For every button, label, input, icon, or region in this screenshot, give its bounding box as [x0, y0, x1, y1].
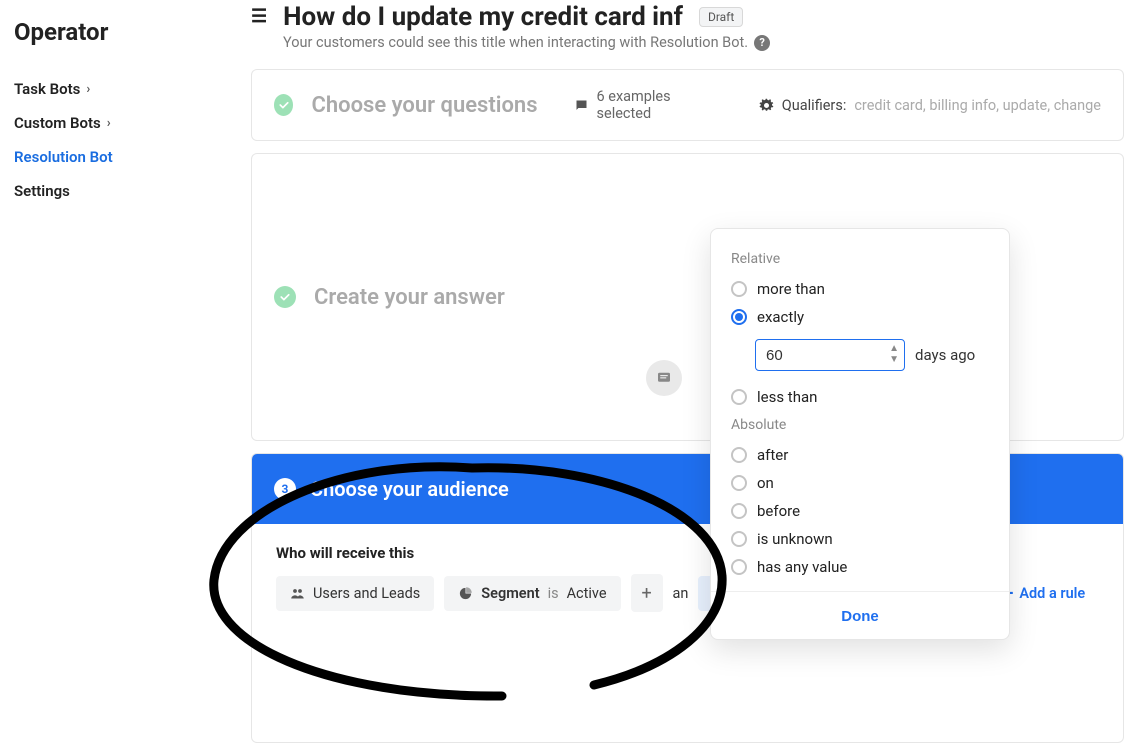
rule-chip-users-leads[interactable]: Users and Leads	[276, 576, 434, 611]
radio-on[interactable]: on	[731, 469, 989, 497]
draft-badge: Draft	[699, 7, 743, 27]
radio-icon	[731, 281, 747, 297]
gear-icon	[759, 98, 774, 113]
examples-count: 6 examples selected	[574, 88, 711, 122]
sidebar-item-settings[interactable]: Settings	[14, 174, 211, 208]
radio-icon	[731, 447, 747, 463]
radio-after[interactable]: after	[731, 441, 989, 469]
radio-icon	[731, 309, 747, 325]
step-title: Create your answer	[314, 285, 505, 310]
rule-field: Segment	[481, 585, 539, 602]
days-input[interactable]	[755, 339, 905, 371]
radio-more-than[interactable]: more than	[731, 275, 989, 303]
step-title: Choose your audience	[310, 477, 509, 501]
sidebar-item-resolution-bot[interactable]: Resolution Bot	[14, 140, 211, 174]
page-subtitle: Your customers could see this title when…	[225, 32, 1124, 69]
radio-icon	[731, 389, 747, 405]
number-input-row: ▲▼ days ago	[755, 339, 989, 371]
radio-less-than[interactable]: less than	[731, 383, 989, 411]
sidebar-item-label: Settings	[14, 182, 70, 200]
step-questions-card[interactable]: Choose your questions 6 examples selecte…	[251, 69, 1124, 141]
help-icon[interactable]: ?	[754, 35, 770, 51]
radio-icon	[731, 531, 747, 547]
add-rule-label: Add a rule	[1019, 585, 1085, 602]
rule-op: is	[548, 585, 559, 602]
sidebar: Operator Task Bots › Custom Bots › Resol…	[0, 0, 225, 710]
popover-section-relative: Relative	[731, 251, 989, 267]
page-title: How do I update my credit card inf	[283, 2, 683, 32]
people-icon	[290, 586, 305, 601]
sidebar-item-label: Task Bots	[14, 80, 80, 98]
check-icon	[274, 94, 293, 116]
radio-is-unknown[interactable]: is unknown	[731, 525, 989, 553]
radio-has-any-value[interactable]: has any value	[731, 553, 989, 581]
radio-before[interactable]: before	[731, 497, 989, 525]
step-number-badge: 3	[274, 478, 296, 500]
done-button[interactable]: Done	[841, 608, 879, 625]
rule-chip-segment[interactable]: Segment is Active	[444, 576, 620, 611]
popover-section-absolute: Absolute	[731, 417, 989, 433]
chat-bubble-icon	[574, 98, 589, 113]
radio-exactly[interactable]: exactly	[731, 303, 989, 331]
add-rule-button[interactable]: + Add a rule	[1003, 583, 1085, 604]
chevron-right-icon: ›	[86, 82, 90, 97]
days-suffix: days ago	[915, 346, 975, 364]
qualifiers: Qualifiers: credit card, billing info, u…	[759, 97, 1101, 114]
sidebar-item-task-bots[interactable]: Task Bots ›	[14, 72, 211, 106]
page-header: ☰ How do I update my credit card inf Dra…	[225, 0, 1124, 32]
popover-footer: Done	[711, 591, 1009, 639]
subtitle-text: Your customers could see this title when…	[283, 34, 748, 51]
check-icon	[274, 286, 296, 308]
pie-chart-icon	[458, 586, 473, 601]
brand-title: Operator	[14, 18, 211, 46]
add-condition-button[interactable]: +	[631, 574, 663, 612]
rule-value: Active	[567, 585, 607, 602]
sidebar-item-label: Resolution Bot	[14, 148, 113, 166]
chevron-right-icon: ›	[107, 116, 111, 131]
and-connector: an	[673, 585, 689, 602]
radio-icon	[731, 503, 747, 519]
radio-icon	[731, 475, 747, 491]
preview-icon	[646, 360, 682, 396]
rule-text: Users and Leads	[313, 585, 420, 602]
sidebar-item-custom-bots[interactable]: Custom Bots ›	[14, 106, 211, 140]
menu-icon[interactable]: ☰	[251, 8, 267, 26]
stepper-icon[interactable]: ▲▼	[889, 343, 899, 365]
date-condition-popover: Relative more than exactly ▲▼ days ago l…	[710, 228, 1010, 640]
sidebar-item-label: Custom Bots	[14, 114, 101, 132]
radio-icon	[731, 559, 747, 575]
step-title: Choose your questions	[311, 93, 537, 118]
